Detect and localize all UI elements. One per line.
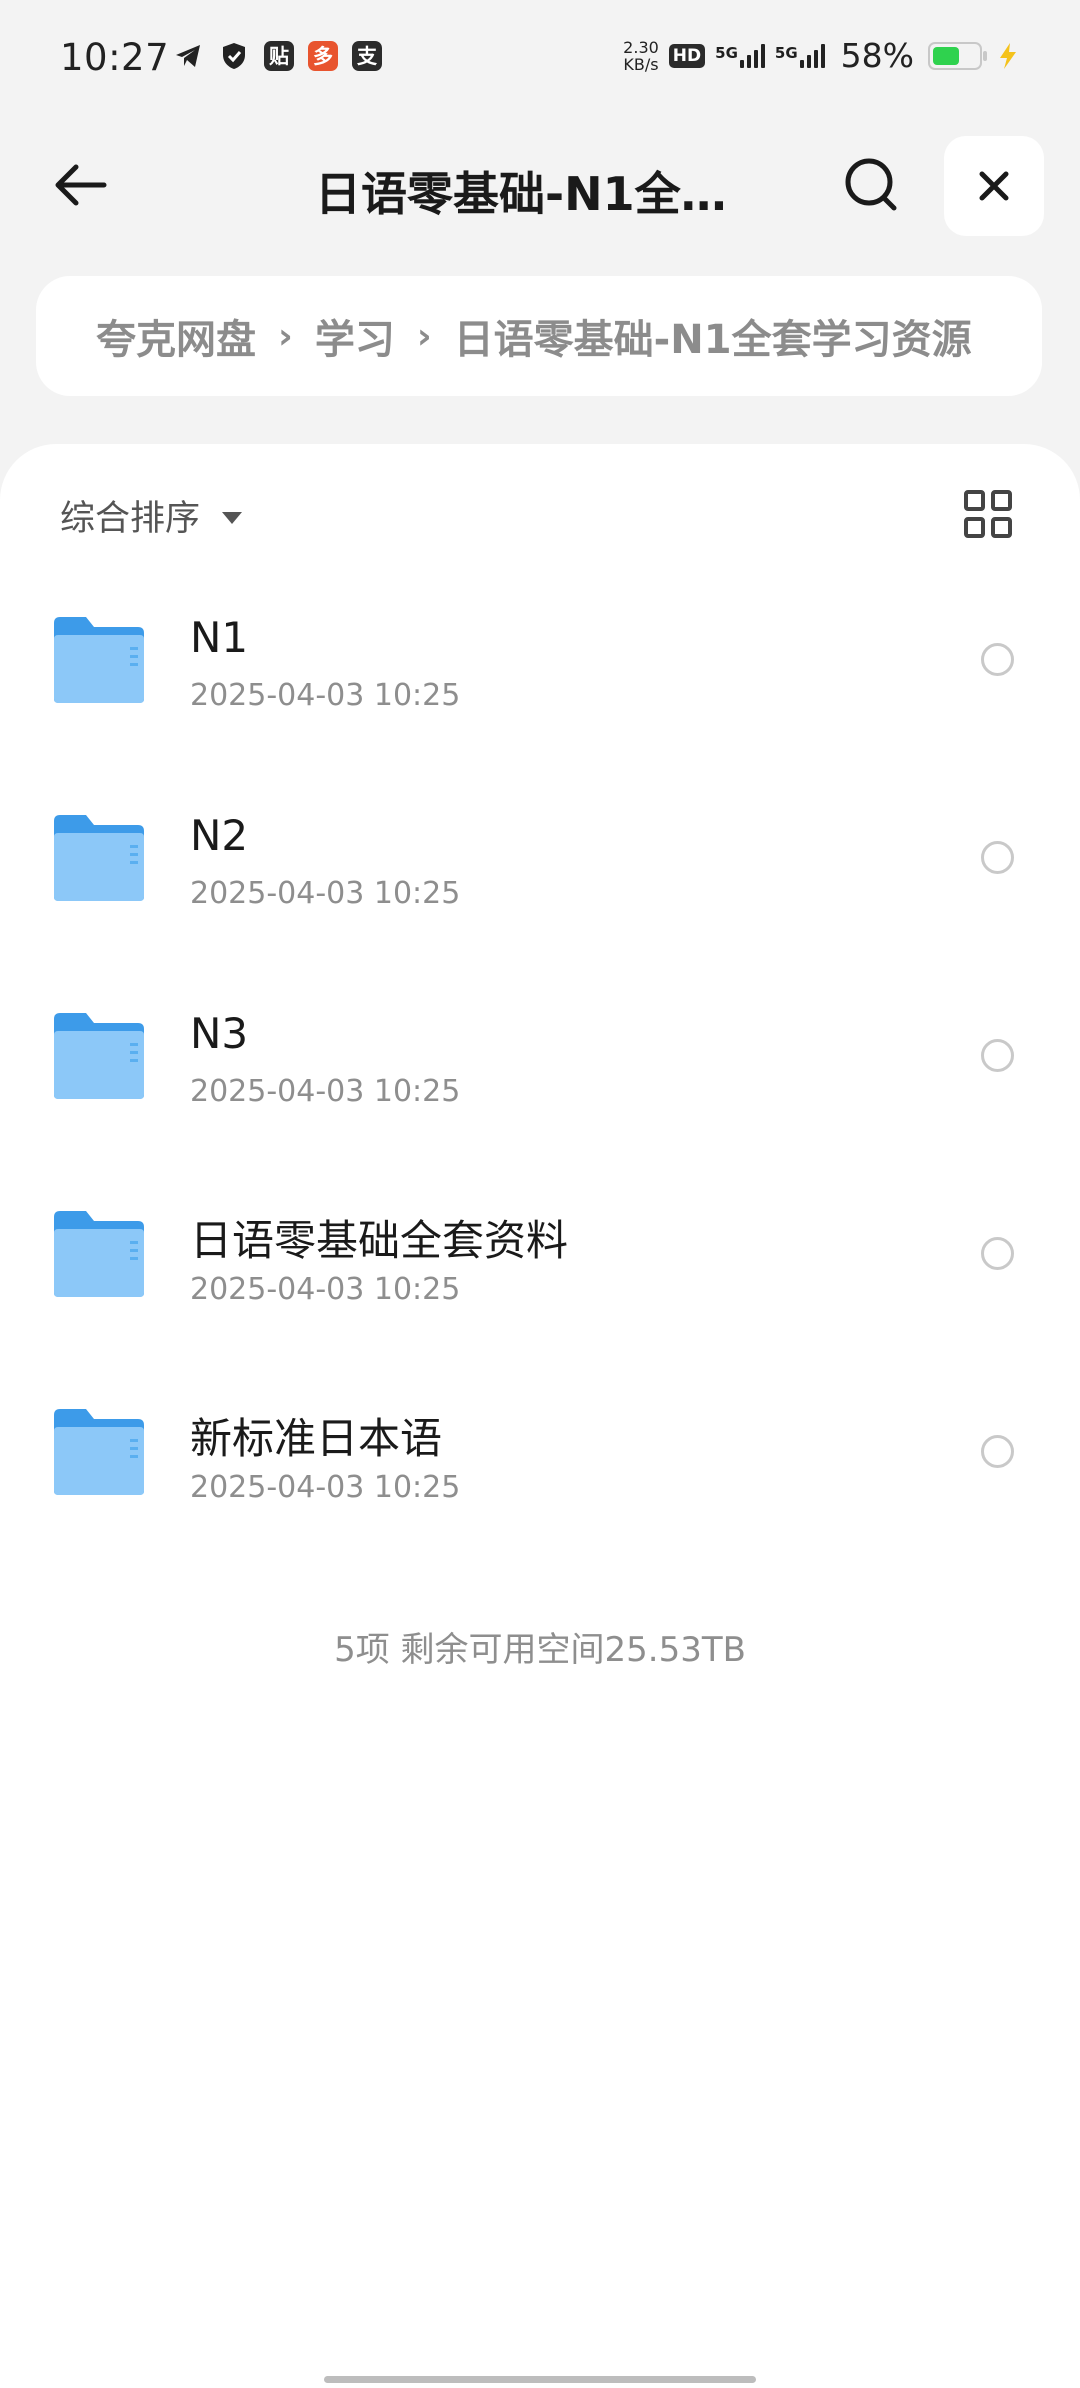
signal-sim1-icon: 5G (715, 43, 765, 68)
breadcrumb-item-root[interactable]: 夸克网盘 (96, 307, 256, 365)
breadcrumb: 夸克网盘 › 学习 › 日语零基础-N1全套学习资源 (36, 276, 1042, 396)
list-item[interactable]: N2 2025-04-03 10:25 (0, 773, 1080, 971)
grid-view-icon (964, 490, 1012, 538)
speed-unit: KB/s (623, 54, 659, 74)
charging-icon (992, 40, 1024, 72)
signal-sim2-icon: 5G (774, 43, 825, 68)
breadcrumb-path: 夸克网盘 › 学习 › 日语零基础-N1全套学习资源 (96, 276, 972, 396)
hd-voice-icon: HD (668, 43, 706, 68)
sim1-network-type: 5G (715, 43, 738, 62)
storage-summary: 5项 剩余可用空间25.53TB (334, 1630, 746, 1670)
file-name: N2 (190, 811, 249, 860)
status-bar: 10:27 贴 多 支 2.30 KB/s HD 5G 5G 58% (0, 0, 1080, 120)
breadcrumb-item-study[interactable]: 学习 (315, 307, 395, 365)
file-panel: 综合排序 N1 2025-04-03 10:25 N2 2025-04-03 1… (0, 444, 1080, 2388)
back-button[interactable] (40, 150, 120, 220)
chevron-right-icon: › (416, 315, 432, 357)
telegram-icon (172, 40, 204, 72)
sort-dropdown[interactable]: 综合排序 (60, 490, 243, 541)
battery-icon (928, 41, 987, 70)
file-name: 新标准日本语 (190, 1414, 443, 1463)
file-date: 2025-04-03 10:25 (190, 678, 461, 713)
file-name: N3 (190, 1009, 249, 1058)
folder-icon (54, 1409, 144, 1495)
select-checkbox[interactable] (981, 1237, 1014, 1270)
file-date: 2025-04-03 10:25 (190, 876, 461, 911)
list-item[interactable]: N1 2025-04-03 10:25 (0, 575, 1080, 773)
battery-level (933, 46, 959, 65)
list-item[interactable]: N3 2025-04-03 10:25 (0, 971, 1080, 1169)
speed-value: 2.30 (623, 37, 659, 57)
select-checkbox[interactable] (981, 643, 1014, 676)
grid-view-button[interactable] (962, 488, 1014, 540)
list-item[interactable]: 新标准日本语 2025-04-03 10:25 (0, 1367, 1080, 1565)
page-title: 日语零基础-N1全… (315, 167, 727, 221)
close-button[interactable] (944, 136, 1044, 236)
search-button[interactable] (832, 150, 912, 220)
folder-icon (54, 617, 144, 703)
chevron-right-icon: › (278, 315, 293, 357)
tieba-icon: 贴 (264, 41, 294, 71)
folder-icon (54, 1211, 144, 1297)
system-indicators: 2.30 KB/s HD 5G 5G 58% (623, 36, 1024, 75)
file-list: N1 2025-04-03 10:25 N2 2025-04-03 10:25 … (0, 575, 1080, 1565)
file-date: 2025-04-03 10:25 (190, 1470, 461, 1505)
file-name: 日语零基础全套资料 (190, 1216, 569, 1265)
sort-label: 综合排序 (60, 499, 201, 539)
file-date: 2025-04-03 10:25 (190, 1074, 461, 1109)
folder-icon (54, 1013, 144, 1099)
battery-percent: 58% (840, 36, 914, 75)
close-icon (979, 171, 1009, 201)
sim2-network-type: 5G (774, 43, 798, 62)
file-name: N1 (190, 613, 249, 662)
shield-icon (218, 40, 250, 72)
list-item[interactable]: 日语零基础全套资料 2025-04-03 10:25 (0, 1169, 1080, 1367)
caret-down-icon (222, 511, 243, 524)
alipay-icon: 支 (352, 41, 382, 71)
home-indicator[interactable] (324, 2376, 756, 2383)
folder-icon (54, 815, 144, 901)
notification-icons: 贴 多 支 (172, 40, 382, 72)
network-speed: 2.30 KB/s (623, 39, 659, 73)
file-date: 2025-04-03 10:25 (190, 1272, 461, 1307)
status-time: 10:27 (60, 36, 170, 79)
breadcrumb-item-current[interactable]: 日语零基础-N1全套学习资源 (454, 307, 972, 365)
select-checkbox[interactable] (981, 841, 1014, 874)
select-checkbox[interactable] (981, 1435, 1014, 1468)
pinduoduo-icon: 多 (308, 41, 338, 71)
top-app-bar: 日语零基础-N1全… (0, 120, 1080, 250)
search-icon (845, 158, 897, 211)
arrow-left-icon (55, 164, 107, 206)
select-checkbox[interactable] (981, 1039, 1014, 1072)
